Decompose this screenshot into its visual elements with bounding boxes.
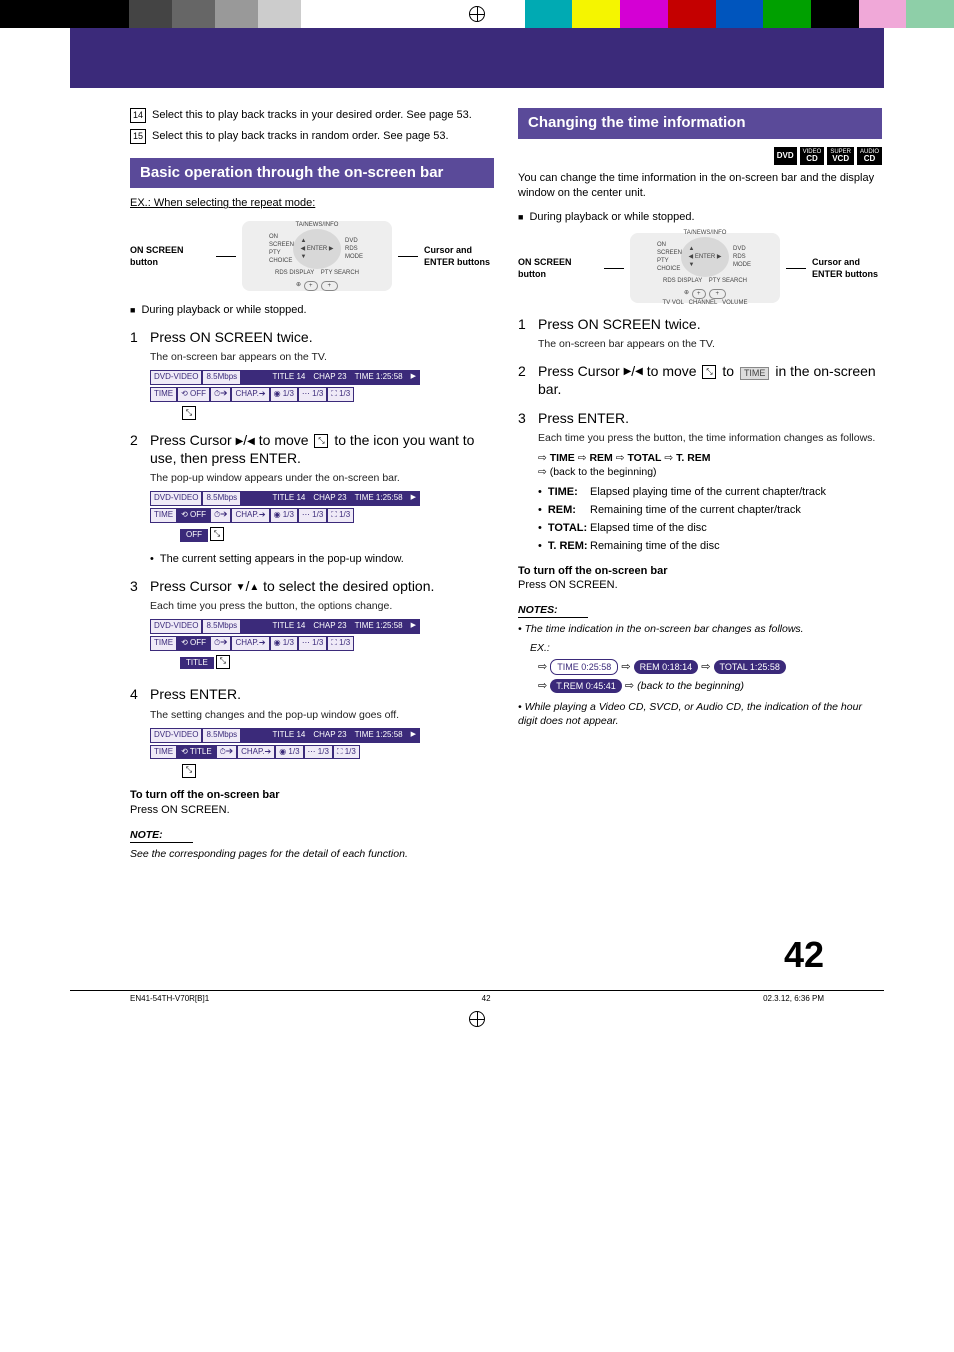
- disc-badges: DVD VIDEOCD SUPERVCD AUDIOCD: [518, 147, 882, 165]
- left-step1-text: Press ON SCREEN twice.: [150, 328, 494, 346]
- footer-right: 02.3.12, 6:36 PM: [763, 994, 824, 1005]
- left-step2-sub: The pop-up window appears under the on-s…: [150, 471, 494, 485]
- hand-cursor-icon-r: ⤡: [702, 365, 716, 379]
- bottom-crop-area: [0, 1005, 954, 1035]
- right-section-title: Changing the time information: [518, 108, 882, 139]
- badge-vcd: VIDEOCD: [800, 147, 825, 165]
- left-note-label: NOTE:: [130, 828, 193, 843]
- popup-title: TITLE: [180, 657, 214, 670]
- right-step3: 3 Press ENTER.: [518, 409, 882, 427]
- right-context: During playback or while stopped.: [518, 210, 882, 225]
- right-off-body: Press ON SCREEN.: [518, 578, 882, 593]
- osd-bar-4: DVD-VIDEO 8.5Mbps TITLE 14 CHAP 23 TIME …: [150, 728, 420, 743]
- left-step3-sub: Each time you press the button, the opti…: [150, 599, 494, 613]
- footer-left: EN41-54TH-V70R[B]1: [130, 994, 209, 1005]
- left-step2-bullet: The current setting appears in the pop-u…: [150, 552, 494, 567]
- left-step2: 2 Press Cursor ▶/◀ to move ⤡ to the icon…: [130, 431, 494, 467]
- left-column: 14 Select this to play back tracks in yo…: [130, 108, 494, 861]
- right-off-heading: To turn off the on-screen bar: [518, 564, 882, 579]
- osd-bar-3: DVD-VIDEO 8.5Mbps TITLE 14 CHAP 23 TIME …: [150, 619, 420, 634]
- right-step3-sub: Each time you press the button, the time…: [538, 431, 882, 445]
- left-note-body: See the corresponding pages for the deta…: [130, 847, 494, 861]
- page-number: 42: [0, 931, 824, 980]
- item-14: 14 Select this to play back tracks in yo…: [130, 108, 494, 123]
- right-note1: • The time indication in the on-screen b…: [518, 622, 882, 636]
- left-context: During playback or while stopped.: [130, 303, 494, 318]
- left-step1: 1 Press ON SCREEN twice.: [130, 328, 494, 346]
- crop-mark-top: [469, 6, 485, 22]
- item-15-text: Select this to play back tracks in rando…: [152, 129, 494, 144]
- popup-off: OFF: [180, 529, 208, 542]
- hand-cursor2: ⤡: [210, 527, 224, 541]
- right-step2: 2 Press Cursor ▶/◀ to move ⤡ to TIME in …: [518, 362, 882, 399]
- right-intro: You can change the time information in t…: [518, 171, 882, 201]
- left-diag-label-onscreen: ON SCREEN button: [130, 244, 210, 268]
- remote-diagram-right: TA/NEWS/INFO ONSCREENPTYCHOICE ▲◀ ENTER …: [630, 233, 780, 303]
- osd-bar-3b: TIME ⟲ OFF ⏱➔ CHAP.➔ ◉ 1/3 ⋯ 1/3 ⛶ 1/3: [150, 636, 420, 651]
- footer: EN41-54TH-V70R[B]1 42 02.3.12, 6:36 PM: [70, 990, 884, 1005]
- registration-bar-left: [0, 0, 429, 28]
- item-14-text: Select this to play back tracks in your …: [152, 108, 494, 123]
- hand-cursor3: ⤡: [216, 655, 230, 669]
- osd-bar-2b: TIME ⟲ OFF ⏱➔ CHAP.➔ ◉ 1/3 ⋯ 1/3 ⛶ 1/3: [150, 508, 420, 523]
- left-diagram: ON SCREEN button TA/NEWS/INFO ONSCREENPT…: [130, 221, 494, 291]
- badge-dvd: DVD: [774, 147, 797, 165]
- chips-row1: ⇨ TIME 0:25:58 ⇨ REM 0:18:14 ⇨ TOTAL 1:2…: [538, 659, 882, 675]
- hand-cursor-icon: ⤡: [314, 434, 328, 448]
- right-step1-sub: The on-screen bar appears on the TV.: [538, 337, 882, 351]
- right-step1: 1 Press ON SCREEN twice.: [518, 315, 882, 333]
- left-step3: 3 Press Cursor ▼/▲ to select the desired…: [130, 577, 494, 595]
- right-note2: • While playing a Video CD, SVCD, or Aud…: [518, 700, 882, 728]
- osd-bar-2: DVD-VIDEO 8.5Mbps TITLE 14 CHAP 23 TIME …: [150, 491, 420, 506]
- right-diagram: ON SCREEN button TA/NEWS/INFO ONSCREENPT…: [518, 233, 882, 303]
- badge-svcd: SUPERVCD: [827, 147, 854, 165]
- page-header-banner: [70, 28, 884, 88]
- osd-bar-1: DVD-VIDEO 8.5Mbps TITLE 14 CHAP 23 TIME …: [150, 370, 420, 385]
- time-tag: TIME: [740, 367, 770, 381]
- right-defs: TIME:Elapsed playing time of the current…: [538, 485, 882, 553]
- osd-bar-4b: TIME ⟲ TITLE ⏱➔ CHAP.➔ ◉ 1/3 ⋯ 1/3 ⛶ 1/3: [150, 745, 420, 760]
- left-diag-label-cursor: Cursor and ENTER buttons: [424, 244, 494, 268]
- right-column: Changing the time information DVD VIDEOC…: [518, 108, 882, 861]
- footer-mid: 42: [482, 994, 491, 1005]
- left-step4: 4 Press ENTER.: [130, 685, 494, 703]
- left-off-heading: To turn off the on-screen bar: [130, 788, 494, 803]
- remote-diagram: TA/NEWS/INFO ONSCREENPTYCHOICE ▲◀ ENTER …: [242, 221, 392, 291]
- left-off-body: Press ON SCREEN.: [130, 803, 494, 818]
- right-diag-label-onscreen: ON SCREEN button: [518, 256, 598, 280]
- left-step4-sub: The setting changes and the pop-up windo…: [150, 708, 494, 722]
- left-step1-sub: The on-screen bar appears on the TV.: [150, 350, 494, 364]
- right-note-ex: EX.:: [530, 641, 882, 655]
- right-diag-label-cursor: Cursor and ENTER buttons: [812, 256, 882, 280]
- hand-cursor4: ⤡: [182, 764, 196, 778]
- registration-bar-right: [525, 0, 954, 28]
- right-notes-label: NOTES:: [518, 603, 588, 618]
- crop-mark-bottom: [469, 1011, 485, 1027]
- hand-cursor1: ⤡: [182, 406, 196, 420]
- box-14: 14: [130, 108, 146, 123]
- right-seq: ⇨ TIME ⇨ REM ⇨ TOTAL ⇨ T. REM ⇨ (back to…: [538, 451, 882, 479]
- box-15: 15: [130, 129, 146, 144]
- left-step4-text: Press ENTER.: [150, 685, 494, 703]
- top-crop-area: [0, 0, 954, 28]
- left-example: EX.: When selecting the repeat mode:: [130, 196, 494, 211]
- left-section-title: Basic operation through the on-screen ba…: [130, 158, 494, 189]
- chips-row2: ⇨ T.REM 0:45:41 ⇨ (back to the beginning…: [538, 679, 882, 694]
- badge-acd: AUDIOCD: [857, 147, 882, 165]
- osd-bar-1b: TIME ⟲ OFF ⏱➔ CHAP.➔ ◉ 1/3 ⋯ 1/3 ⛶ 1/3: [150, 387, 420, 402]
- item-15: 15 Select this to play back tracks in ra…: [130, 129, 494, 144]
